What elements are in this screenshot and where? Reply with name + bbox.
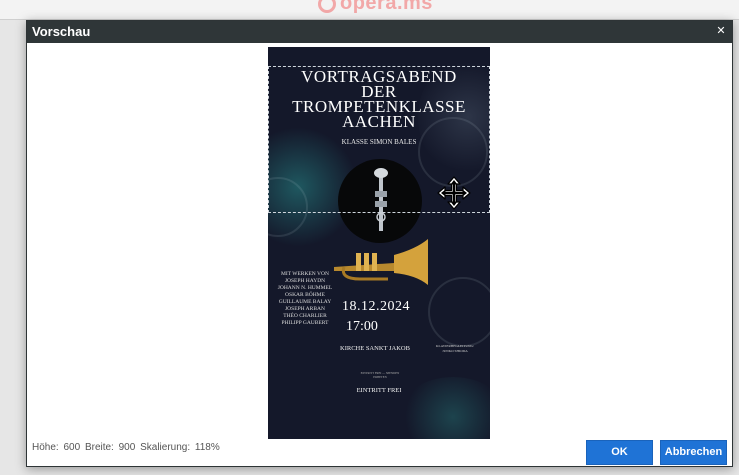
poster-works-line: JOSEPH ARBAN <box>285 306 325 312</box>
poster-works-line: GUILLAUME BALAY <box>278 299 332 305</box>
gold-trumpet-image <box>334 239 428 285</box>
dialog-titlebar[interactable]: Vorschau ✕ <box>27 21 732 43</box>
poster-small-print: EINTRITT FREI — SPENDEN ERBETEN <box>350 371 410 379</box>
poster-works-line: JOHANN N. HUMMEL <box>277 285 333 291</box>
poster-works-line: MIT WERKEN VON <box>281 271 329 277</box>
poster-venue: KIRCHE SANKT JAKOB <box>340 345 410 352</box>
scale-value: 118% <box>194 442 220 453</box>
dialog-title: Vorschau <box>32 24 91 39</box>
background-topbar: opera.ms <box>0 0 739 20</box>
poster-works-line: JOSEPH HAYDN <box>284 278 326 284</box>
close-icon[interactable]: ✕ <box>715 24 727 38</box>
background-logo: opera.ms <box>318 0 433 15</box>
poster-date: 18.12.2024 <box>342 299 410 314</box>
poster-entry: EINTRITT FREI <box>356 387 402 394</box>
logo-text: opera.ms <box>340 0 433 14</box>
height-label: Höhe: <box>32 442 59 453</box>
move-cursor-icon <box>437 176 471 210</box>
poster-works-list: MIT WERKEN VON JOSEPH HAYDN JOHANN N. HU… <box>272 271 338 327</box>
poster-accompaniment-line: JUNKO SHIODA <box>442 348 468 353</box>
cancel-button[interactable]: Abbrechen <box>660 440 727 465</box>
preview-dialog: Vorschau ✕ VORTRAGSABEND DER TROMPETENKL… <box>26 20 733 467</box>
poster-time: 17:00 <box>346 319 378 334</box>
width-label: Breite: <box>84 442 114 453</box>
ok-button[interactable]: OK <box>586 440 653 465</box>
poster-accompaniment: KLAVIERBEGLEITUNG: JUNKO SHIODA <box>425 344 485 353</box>
poster-works-line: PHILIPP GAUBERT <box>281 320 329 326</box>
width-value: 900 <box>118 442 136 453</box>
height-value: 600 <box>63 442 81 453</box>
image-dimensions-status: Höhe: 600 Breite: 900 Skalierung: 118% <box>32 442 222 453</box>
scale-label: Skalierung: <box>140 442 191 453</box>
poster-small-line: ERBETEN <box>373 375 387 379</box>
poster-faint-horn-decoration <box>428 277 490 347</box>
logo-ring-icon <box>318 0 336 13</box>
poster-works-line: THÉO CHARLIER <box>283 313 327 319</box>
poster-works-line: OSKAR BÖHME <box>285 292 325 298</box>
